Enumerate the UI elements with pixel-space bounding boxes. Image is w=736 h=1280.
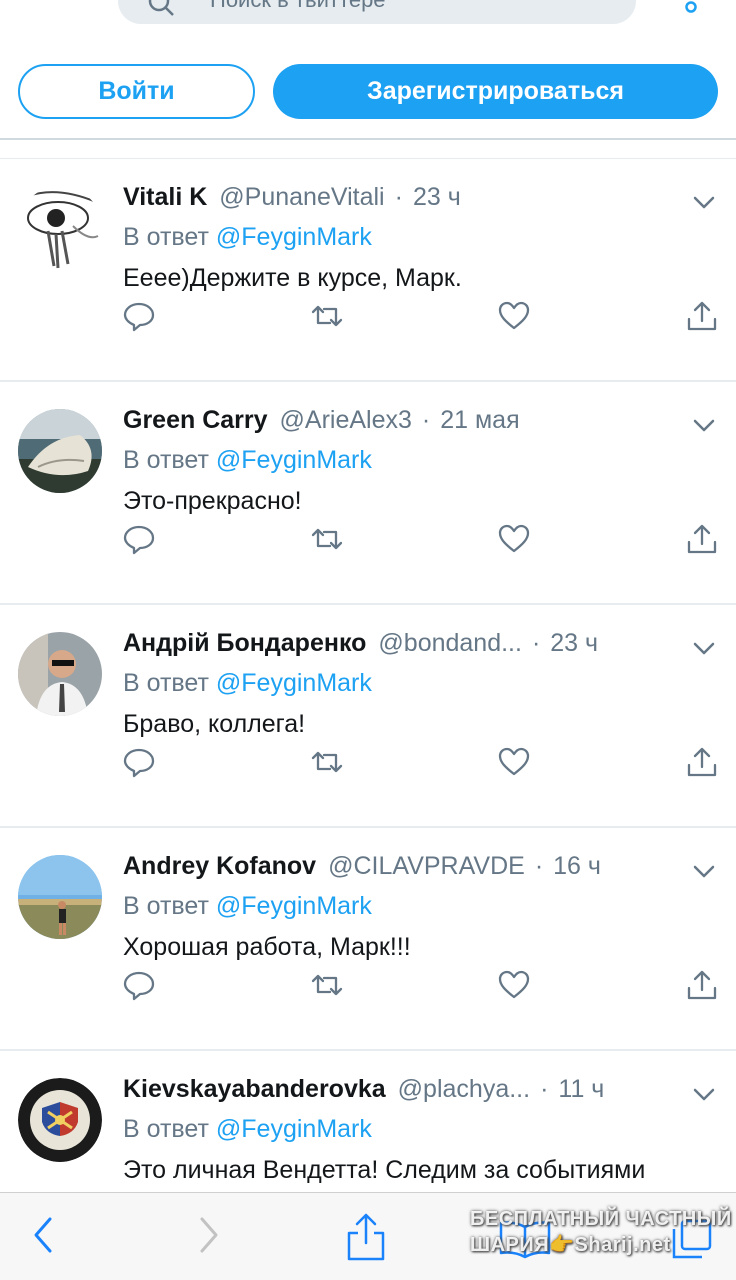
tweet-header: Kievskayabanderovka @plachya... · 11 ч — [123, 1075, 604, 1104]
separator-dot: · — [540, 1075, 549, 1103]
reply-context: В ответ @FeyginMark — [123, 669, 372, 698]
like-icon[interactable] — [497, 968, 531, 1002]
header-divider — [0, 138, 736, 140]
tweet-time[interactable]: 16 ч — [553, 852, 601, 881]
reply-context: В ответ @FeyginMark — [123, 892, 372, 921]
tweet-text: Хорошая работа, Марк!!! — [123, 933, 411, 961]
separator-dot: · — [421, 406, 431, 434]
search-icon — [148, 0, 174, 16]
reply-prefix: В ответ — [123, 446, 209, 474]
tweet-text: Это-прекрасно! — [123, 487, 302, 515]
user-name[interactable]: Kievskayabanderovka — [123, 1075, 386, 1104]
reply-icon[interactable] — [122, 299, 156, 333]
reply-icon[interactable] — [122, 522, 156, 556]
separator-dot: · — [534, 852, 544, 880]
reply-mention[interactable]: @FeyginMark — [216, 892, 372, 920]
reply-mention[interactable]: @FeyginMark — [216, 223, 372, 251]
avatar[interactable] — [18, 632, 102, 716]
tweet-header: Green Carry @ArieAlex3 · 21 мая — [123, 406, 520, 435]
tweet-time[interactable]: 23 ч — [550, 629, 598, 658]
tweet-text: Браво, коллега! — [123, 710, 306, 738]
user-handle[interactable]: @bondand... — [378, 629, 522, 658]
tweet[interactable]: Andrey Kofanov @CILAVPRAVDE · 16 ч В отв… — [0, 828, 736, 1051]
chevron-down-icon[interactable] — [692, 641, 716, 657]
tweet-actions — [0, 745, 736, 785]
separator-dot: · — [394, 183, 403, 211]
avatar[interactable] — [18, 186, 102, 270]
profile-icon[interactable] — [684, 0, 698, 14]
browser-share-icon[interactable] — [345, 1211, 387, 1263]
tweet-time[interactable]: 21 мая — [440, 406, 519, 435]
chevron-down-icon[interactable] — [692, 195, 716, 211]
tweet-time[interactable]: 23 ч — [413, 183, 461, 212]
login-button[interactable]: Войти — [18, 64, 255, 119]
tweet-time[interactable]: 11 ч — [558, 1075, 604, 1104]
share-icon[interactable] — [685, 745, 719, 779]
reply-prefix: В ответ — [123, 669, 209, 697]
user-name[interactable]: Vitali K — [123, 183, 207, 212]
signup-button[interactable]: Зарегистрироваться — [273, 64, 718, 119]
search-input[interactable]: Поиск в твиттере — [118, 0, 636, 24]
tweet[interactable]: Green Carry @ArieAlex3 · 21 мая В ответ … — [0, 382, 736, 605]
search-placeholder: Поиск в твиттере — [210, 0, 386, 13]
retweet-icon[interactable] — [310, 522, 344, 556]
tweet-actions — [0, 522, 736, 562]
reply-prefix: В ответ — [123, 892, 209, 920]
user-handle[interactable]: @plachya... — [398, 1075, 530, 1104]
chevron-down-icon[interactable] — [692, 864, 716, 880]
back-chevron-icon[interactable] — [26, 0, 48, 10]
reply-context: В ответ @FeyginMark — [123, 446, 372, 475]
tweet[interactable]: Vitali K @PunaneVitali · 23 ч В ответ @F… — [0, 159, 736, 382]
user-name[interactable]: Andrey Kofanov — [123, 852, 316, 881]
share-icon[interactable] — [685, 522, 719, 556]
user-handle[interactable]: @PunaneVitali — [219, 183, 384, 212]
watermark: БЕСПЛАТНЫЙ ЧАСТНЫЙ ШАРИЯ👉Sharij.net — [470, 1206, 732, 1258]
user-name[interactable]: Андрій Бондаренко — [123, 629, 366, 658]
reply-prefix: В ответ — [123, 223, 209, 251]
like-icon[interactable] — [497, 522, 531, 556]
browser-back-icon[interactable] — [30, 1215, 56, 1255]
top-bar: Поиск в твиттере — [0, 0, 736, 40]
tweet[interactable]: Андрій Бондаренко @bondand... · 23 ч В о… — [0, 605, 736, 828]
chevron-down-icon[interactable] — [692, 418, 716, 434]
reply-mention[interactable]: @FeyginMark — [216, 1115, 372, 1143]
reply-mention[interactable]: @FeyginMark — [216, 669, 372, 697]
tweet-actions — [0, 299, 736, 339]
share-icon[interactable] — [685, 299, 719, 333]
like-icon[interactable] — [497, 299, 531, 333]
like-icon[interactable] — [497, 745, 531, 779]
chevron-down-icon[interactable] — [692, 1087, 716, 1103]
watermark-line-2: ШАРИЯ👉Sharij.net — [470, 1234, 671, 1256]
reply-icon[interactable] — [122, 968, 156, 1002]
tweet-header: Andrey Kofanov @CILAVPRAVDE · 16 ч — [123, 852, 601, 881]
tweet-header: Андрій Бондаренко @bondand... · 23 ч — [123, 629, 598, 658]
share-icon[interactable] — [685, 968, 719, 1002]
tweet-header: Vitali K @PunaneVitali · 23 ч — [123, 183, 461, 212]
watermark-line-1: БЕСПЛАТНЫЙ ЧАСТНЫЙ — [470, 1208, 732, 1230]
reply-mention[interactable]: @FeyginMark — [216, 446, 372, 474]
reply-icon[interactable] — [122, 745, 156, 779]
browser-forward-icon[interactable] — [196, 1215, 222, 1255]
retweet-icon[interactable] — [310, 968, 344, 1002]
reply-context: В ответ @FeyginMark — [123, 223, 372, 252]
user-name[interactable]: Green Carry — [123, 406, 268, 435]
tweet-actions — [0, 968, 736, 1008]
tweet-text: Это личная Вендетта! Следим за событиями — [123, 1156, 646, 1184]
auth-buttons: Войти Зарегистрироваться — [0, 64, 736, 120]
avatar[interactable] — [18, 1078, 102, 1162]
reply-prefix: В ответ — [123, 1115, 209, 1143]
retweet-icon[interactable] — [310, 299, 344, 333]
reply-context: В ответ @FeyginMark — [123, 1115, 372, 1144]
retweet-icon[interactable] — [310, 745, 344, 779]
user-handle[interactable]: @ArieAlex3 — [280, 406, 412, 435]
user-handle[interactable]: @CILAVPRAVDE — [328, 852, 525, 881]
separator-dot: · — [531, 629, 541, 657]
tweet-text: Ееее)Держите в курсе, Марк. — [123, 264, 462, 292]
avatar[interactable] — [18, 855, 102, 939]
avatar[interactable] — [18, 409, 102, 493]
